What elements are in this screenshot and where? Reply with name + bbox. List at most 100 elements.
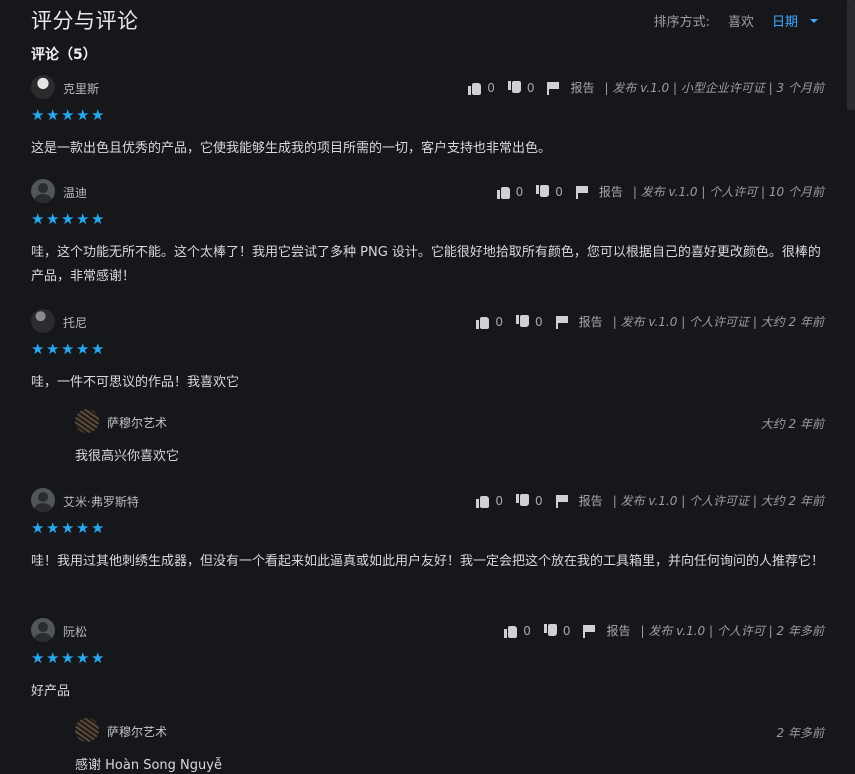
review-header: 克里斯 0 0 报告 | 发布 v.1.0 | 小型企业许可证 | 3 个月前 <box>31 75 824 99</box>
ratings-header: 评分与评论 排序方式: 喜欢 日期 <box>31 5 824 37</box>
review-version-license-time: | 发布 v.1.0 | 个人许可 | 2 年多前 <box>640 624 825 638</box>
reply-header: 萨穆尔艺术 大约 2 年前 <box>75 409 824 433</box>
review-meta: 0 0 报告 | 发布 v.1.0 | 个人许可证 | 大约 2 年前 <box>475 492 824 509</box>
review-card: 阮松 0 0 报告 | 发布 v.1.0 | 个人许可 | 2 年多前 ★ ★ ★ ★… <box>31 618 824 704</box>
ratings-page: 评分与评论 排序方式: 喜欢 日期 评论（5） 克里斯 0 0 报告 | 发布 … <box>0 0 855 774</box>
star-icon: ★ <box>46 340 60 358</box>
like-count: 0 <box>523 623 531 638</box>
review-meta: 0 0 报告 | 发布 v.1.0 | 个人许可 | 2 年多前 <box>503 622 824 639</box>
star-icon: ★ <box>31 106 45 124</box>
star-icon: ★ <box>31 340 45 358</box>
avatar[interactable] <box>75 409 99 433</box>
seller-reply: 萨穆尔艺术 2 年多前 感谢 Hoàn Song Nguyễ <box>75 718 824 774</box>
star-rating: ★ ★ ★ ★ ★ <box>31 340 824 358</box>
star-icon: ★ <box>91 340 105 358</box>
flag-icon[interactable] <box>546 81 560 95</box>
star-icon: ★ <box>46 519 60 537</box>
reviews-count-title: 评论（5） <box>31 47 97 63</box>
thumb-up-icon[interactable] <box>503 624 518 638</box>
avatar[interactable] <box>31 309 55 333</box>
report-link[interactable]: 报告 <box>599 183 623 200</box>
reply-author[interactable]: 萨穆尔艺术 <box>107 414 167 431</box>
thumb-up-icon[interactable] <box>467 81 482 95</box>
review-author[interactable]: 温迪 <box>63 184 87 201</box>
star-icon: ★ <box>61 649 75 667</box>
thumb-up-icon[interactable] <box>496 185 510 199</box>
page-title: 评分与评论 <box>31 9 139 33</box>
review-text: 好产品 <box>31 684 71 699</box>
dislike-count: 0 <box>535 493 543 508</box>
sort-option-likes[interactable]: 喜欢 <box>728 11 754 30</box>
star-icon: ★ <box>31 210 45 228</box>
thumb-up-icon[interactable] <box>475 494 490 508</box>
review-card: 托尼 0 0 报告 | 发布 v.1.0 | 个人许可证 | 大约 2 年前 ★… <box>31 309 824 395</box>
thumb-down-icon[interactable] <box>515 493 530 508</box>
sort-controls: 排序方式: 喜欢 日期 <box>654 11 818 30</box>
star-icon: ★ <box>31 519 45 537</box>
star-icon: ★ <box>76 340 90 358</box>
dislike-count: 0 <box>526 80 535 95</box>
seller-reply: 萨穆尔艺术 大约 2 年前 我很高兴你喜欢它 <box>75 409 824 469</box>
avatar[interactable] <box>31 179 55 203</box>
review-version-license-time: | 发布 v.1.0 | 个人许可证 | 大约 2 年前 <box>612 315 824 329</box>
review-version-license-time: | 发布 v.1.0 | 个人许可证 | 大约 2 年前 <box>612 494 824 508</box>
flag-icon[interactable] <box>555 494 569 508</box>
star-rating: ★ ★ ★ ★ ★ <box>31 519 824 537</box>
reply-author[interactable]: 萨穆尔艺术 <box>107 723 167 740</box>
reply-text: 我很高兴你喜欢它 <box>75 449 180 464</box>
star-rating: ★ ★ ★ ★ ★ <box>31 210 824 228</box>
report-link[interactable]: 报告 <box>579 313 603 330</box>
review-version-license-time: | 发布 v.1.0 | 个人许可 | 10 个月前 <box>632 185 824 199</box>
star-icon: ★ <box>61 106 75 124</box>
review-text: 哇！我用过其他刺绣生成器，但没有一个看起来如此逼真或如此用户友好！我一定会把这个… <box>31 554 825 569</box>
like-count: 0 <box>487 80 495 95</box>
review-header: 温迪 0 0 报告 | 发布 v.1.0 | 个人许可 | 10 个月前 <box>31 179 824 203</box>
reply-time: 2 年多前 <box>776 726 824 740</box>
review-author[interactable]: 托尼 <box>63 314 87 331</box>
flag-icon[interactable] <box>575 185 589 199</box>
avatar[interactable] <box>31 75 55 99</box>
review-card: 艾米·弗罗斯特 0 0 报告 | 发布 v.1.0 | 个人许可证 | 大约 2… <box>31 488 824 574</box>
star-rating: ★ ★ ★ ★ ★ <box>31 649 824 667</box>
reply-header: 萨穆尔艺术 2 年多前 <box>75 718 824 742</box>
review-author[interactable]: 艾米·弗罗斯特 <box>63 493 139 510</box>
review-meta: 0 0 报告 | 发布 v.1.0 | 小型企业许可证 | 3 个月前 <box>467 79 824 96</box>
review-author[interactable]: 克里斯 <box>63 80 99 97</box>
review-header: 阮松 0 0 报告 | 发布 v.1.0 | 个人许可 | 2 年多前 <box>31 618 824 642</box>
avatar[interactable] <box>31 618 55 642</box>
flag-icon[interactable] <box>555 315 569 329</box>
dislike-count: 0 <box>555 184 563 199</box>
review-card: 克里斯 0 0 报告 | 发布 v.1.0 | 小型企业许可证 | 3 个月前 … <box>31 75 824 161</box>
review-text: 哇，一件不可思议的作品！我喜欢它 <box>31 375 240 390</box>
review-text: 哇，这个功能无所不能。这个太棒了！我用它尝试了多种 PNG 设计。它能很好地拾取… <box>31 245 821 284</box>
star-icon: ★ <box>46 649 60 667</box>
sort-label: 排序方式: <box>653 15 710 30</box>
review-author[interactable]: 阮松 <box>63 623 87 640</box>
review-meta: 0 0 报告 | 发布 v.1.0 | 个人许可 | 10 个月前 <box>496 183 824 200</box>
thumb-down-icon[interactable] <box>507 80 521 95</box>
avatar[interactable] <box>75 718 99 742</box>
review-card: 温迪 0 0 报告 | 发布 v.1.0 | 个人许可 | 10 个月前 ★ ★ ★… <box>31 179 824 289</box>
star-icon: ★ <box>61 210 75 228</box>
review-meta: 0 0 报告 | 发布 v.1.0 | 个人许可证 | 大约 2 年前 <box>475 313 824 330</box>
thumb-down-icon[interactable] <box>543 623 557 638</box>
report-link[interactable]: 报告 <box>606 622 630 639</box>
dislike-count: 0 <box>562 623 571 638</box>
thumb-down-icon[interactable] <box>535 184 550 199</box>
report-link[interactable]: 报告 <box>570 79 594 96</box>
flag-icon[interactable] <box>582 624 596 638</box>
review-text: 这是一款出色且优秀的产品，它使我能够生成我的项目所需的一切，客户支持也非常出色。 <box>31 141 552 156</box>
scrollbar[interactable] <box>847 0 855 110</box>
review-header: 托尼 0 0 报告 | 发布 v.1.0 | 个人许可证 | 大约 2 年前 <box>31 309 824 333</box>
thumb-down-icon[interactable] <box>515 314 530 329</box>
thumb-up-icon[interactable] <box>475 315 490 329</box>
star-icon: ★ <box>31 649 45 667</box>
star-icon: ★ <box>61 519 75 537</box>
report-link[interactable]: 报告 <box>579 492 603 509</box>
sort-option-date[interactable]: 日期 <box>772 11 818 30</box>
star-icon: ★ <box>46 106 60 124</box>
star-icon: ★ <box>91 210 105 228</box>
star-icon: ★ <box>76 210 90 228</box>
like-count: 0 <box>515 184 524 199</box>
avatar[interactable] <box>31 488 55 512</box>
